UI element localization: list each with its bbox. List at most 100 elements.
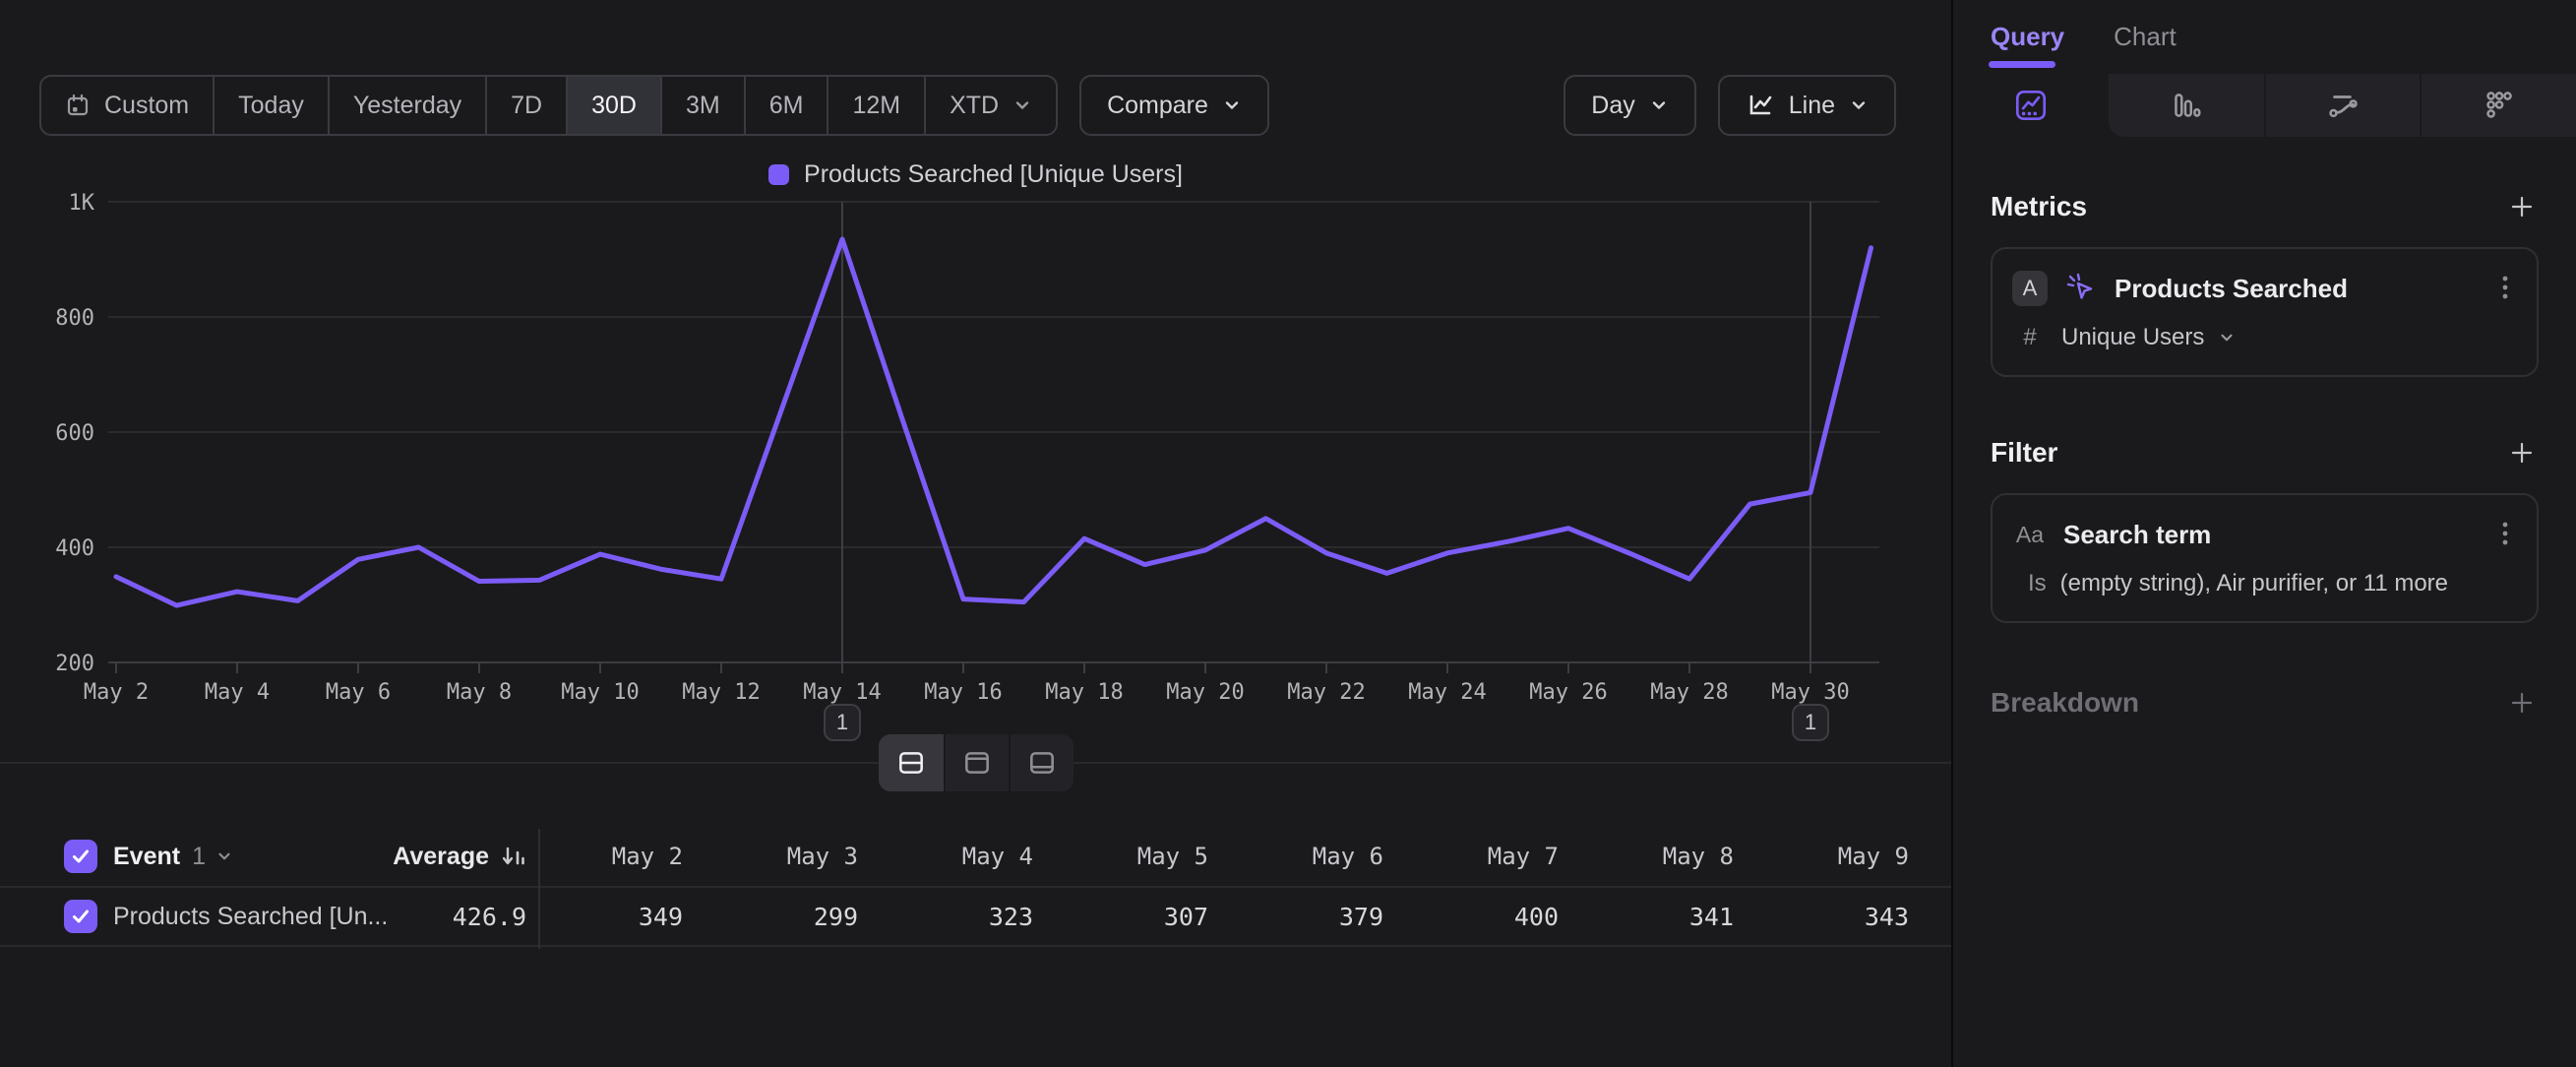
filter-operator[interactable]: Is [2012, 570, 2047, 597]
column-header[interactable]: May 6 [1240, 843, 1415, 870]
column-header[interactable]: May 5 [1065, 843, 1240, 870]
date-range-today[interactable]: Today [215, 77, 330, 134]
add-breakdown-button[interactable] [2505, 686, 2539, 720]
x-tick-label: May 14 [803, 680, 881, 705]
date-range-3m[interactable]: 3M [662, 77, 746, 134]
cell-value: 343 [1765, 903, 1940, 931]
chart-toolbar: Custom Today Yesterday 7D 30D 3M 6M 12M … [39, 75, 1896, 136]
tab-flows[interactable] [2264, 74, 2420, 137]
plus-icon [2507, 688, 2537, 718]
filter-menu-button[interactable] [2495, 519, 2515, 550]
tab-query[interactable]: Query [1991, 0, 2064, 74]
date-range-xtd[interactable]: XTD [926, 77, 1056, 134]
column-header[interactable]: May 4 [889, 843, 1065, 870]
cell-value: 400 [1415, 903, 1590, 931]
measure-selector[interactable]: Unique Users [2061, 324, 2204, 351]
table-bottom-icon [1026, 747, 1058, 779]
date-range-custom[interactable]: Custom [41, 77, 215, 134]
y-tick-label: 200 [55, 652, 94, 676]
metrics-section-header: Metrics [1991, 190, 2539, 223]
x-tick-label: May 2 [84, 680, 149, 705]
layout-table-bottom-button[interactable] [1009, 734, 1073, 791]
layout-toggle [0, 734, 1951, 791]
row-average: 426.9 [453, 903, 526, 931]
check-icon [69, 845, 92, 868]
event-header[interactable]: Event 1 [113, 843, 377, 871]
metric-name[interactable]: Products Searched [2115, 274, 2480, 304]
x-tick-label: May 28 [1650, 680, 1728, 705]
column-header[interactable]: May 8 [1590, 843, 1765, 870]
chart-type-button[interactable]: Line [1718, 75, 1896, 136]
metric-card[interactable]: A Products Searched # Unique Users [1991, 247, 2539, 377]
add-metric-button[interactable] [2505, 190, 2539, 223]
chevron-down-icon [2218, 329, 2236, 346]
compare-button[interactable]: Compare [1079, 75, 1269, 136]
annotation-count: 1 [836, 710, 848, 734]
y-tick-label: 400 [55, 536, 94, 561]
panel-tabs: Query Chart [1953, 0, 2576, 74]
layout-table-top-button[interactable] [944, 734, 1009, 791]
check-icon [69, 905, 92, 928]
table-row: Products Searched [Un... 426.9 349 299 3… [0, 888, 1951, 947]
x-tick-label: May 18 [1045, 680, 1123, 705]
table-header-row: Event 1 Average May 2 May 3 May 4 May 5 … [0, 827, 1951, 888]
chevron-down-icon [1222, 95, 1242, 115]
breakdown-section-header: Breakdown [1991, 686, 2539, 720]
x-tick-label: May 16 [924, 680, 1002, 705]
metric-menu-button[interactable] [2495, 273, 2515, 304]
tab-chart[interactable]: Chart [2114, 0, 2177, 74]
x-tick-label: May 24 [1408, 680, 1486, 705]
row-label[interactable]: Products Searched [Un... [113, 903, 388, 931]
chart-legend[interactable]: Products Searched [Unique Users] [0, 160, 1951, 189]
granularity-button[interactable]: Day [1564, 75, 1695, 136]
filter-property-name[interactable]: Search term [2063, 520, 2480, 550]
tab-insights[interactable] [1953, 74, 2109, 137]
column-header[interactable]: May 3 [714, 843, 889, 870]
layout-split-button[interactable] [879, 734, 944, 791]
x-tick-label: May 22 [1287, 680, 1365, 705]
cell-value: 323 [889, 903, 1065, 931]
legend-swatch [768, 164, 789, 185]
date-range-6m[interactable]: 6M [746, 77, 829, 134]
column-header[interactable]: May 7 [1415, 843, 1590, 870]
retention-dots-icon [2480, 87, 2517, 124]
date-range-7d[interactable]: 7D [487, 77, 568, 134]
date-range-label: Custom [104, 92, 189, 120]
date-range-yesterday[interactable]: Yesterday [330, 77, 487, 134]
cell-value: 299 [714, 903, 889, 931]
add-filter-button[interactable] [2505, 436, 2539, 470]
sort-icon [499, 843, 526, 870]
insights-icon [2012, 87, 2050, 124]
row-checkbox[interactable] [64, 900, 97, 933]
line-chart-icon [1746, 91, 1775, 120]
cell-value: 349 [539, 903, 714, 931]
filter-card[interactable]: Aa Search term Is (empty string), Air pu… [1991, 493, 2539, 623]
measure-prefix: # [2012, 324, 2048, 351]
y-tick-label: 1K [69, 191, 95, 216]
x-tick-label: May 4 [205, 680, 270, 705]
chart-line[interactable] [116, 239, 1871, 605]
metrics-title: Metrics [1991, 191, 2087, 222]
column-header[interactable]: May 2 [539, 843, 714, 870]
select-all-checkbox[interactable] [64, 840, 97, 873]
average-column-header[interactable]: Average [393, 843, 526, 871]
bar-chart-icon [2168, 87, 2205, 124]
tab-retention[interactable] [2420, 74, 2575, 137]
x-tick-label: May 6 [326, 680, 391, 705]
filter-value[interactable]: (empty string), Air purifier, or 11 more [2060, 570, 2448, 597]
x-tick-label: May 10 [561, 680, 639, 705]
report-type-tabs [1953, 74, 2576, 137]
event-click-icon [2063, 271, 2099, 306]
tab-bar-breakdown[interactable] [2109, 74, 2264, 137]
date-range-30d[interactable]: 30D [568, 77, 662, 134]
filter-title: Filter [1991, 437, 2057, 469]
y-tick-label: 800 [55, 306, 94, 331]
table-top-icon [961, 747, 993, 779]
x-tick-label: May 26 [1529, 680, 1607, 705]
date-range-12m[interactable]: 12M [828, 77, 926, 134]
column-header[interactable]: May 9 [1765, 843, 1940, 870]
annotation-count: 1 [1805, 710, 1816, 734]
kebab-icon [2501, 273, 2509, 304]
chevron-down-icon [1849, 95, 1869, 115]
split-horizontal-icon [895, 747, 927, 779]
